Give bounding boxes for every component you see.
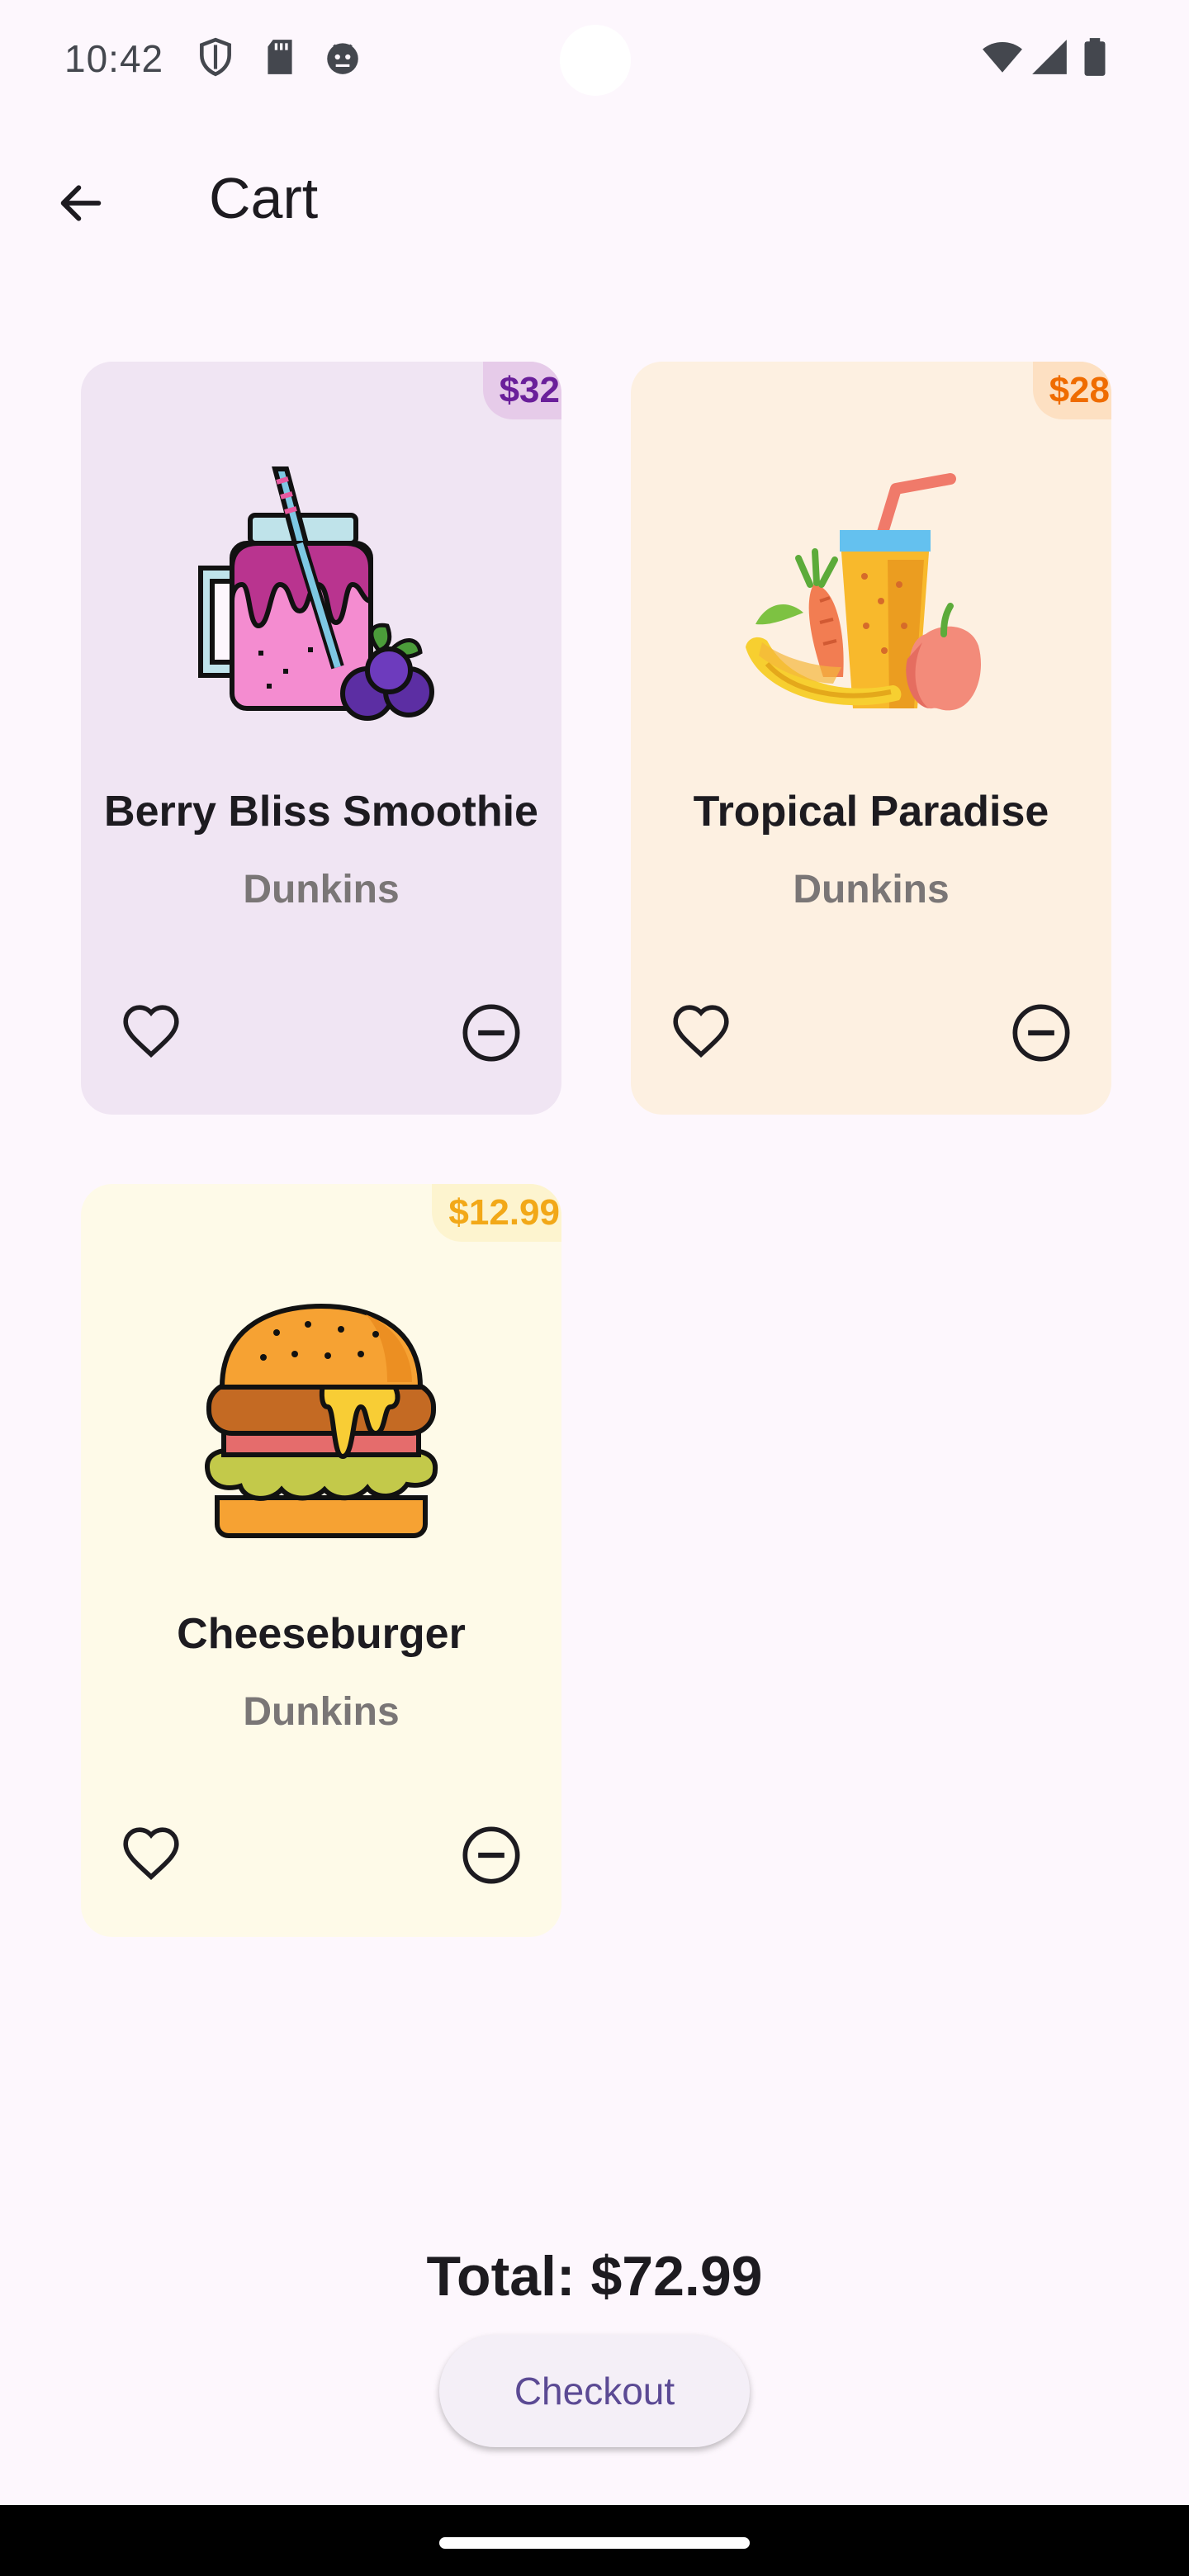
cheeseburger-icon: [184, 1283, 458, 1557]
price-badge: $28: [1032, 362, 1111, 419]
heart-outline-icon: [670, 1002, 732, 1068]
item-shop: Dunkins: [793, 868, 950, 912]
navigation-bar: [0, 2505, 1189, 2576]
favorite-button[interactable]: [114, 1820, 188, 1894]
battery-icon: [1078, 36, 1111, 78]
front-camera: [560, 25, 631, 96]
wifi-icon: [979, 36, 1026, 78]
cart-total: Total: $72.99: [426, 2245, 763, 2308]
remove-from-cart-button[interactable]: [454, 1820, 528, 1894]
price-badge: $12.99: [432, 1184, 561, 1242]
berry-smoothie-icon: [184, 461, 458, 735]
minus-circle-icon: [1010, 1002, 1073, 1068]
price-badge: $32: [482, 362, 561, 419]
status-time: 10:42: [64, 37, 164, 80]
heart-outline-icon: [121, 1002, 182, 1068]
cart-item-card[interactable]: $28 Tropical Paradise Dunkins: [631, 362, 1111, 1115]
cart-item-card[interactable]: $32 Berry Bliss Smoothie Dunkins: [81, 362, 561, 1115]
minus-circle-icon: [460, 1824, 523, 1891]
item-shop: Dunkins: [243, 1690, 400, 1734]
tropical-juice-icon: [734, 461, 1008, 735]
arrow-back-icon: [54, 177, 107, 234]
favorite-button[interactable]: [664, 997, 738, 1072]
sd-card-icon: [259, 36, 301, 78]
minus-circle-icon: [460, 1002, 523, 1068]
item-shop: Dunkins: [243, 868, 400, 912]
back-button[interactable]: [41, 165, 121, 244]
shield-icon: [195, 36, 236, 78]
checkout-button[interactable]: Checkout: [439, 2335, 750, 2447]
item-name: Cheeseburger: [177, 1610, 466, 1658]
status-bar: 10:42: [0, 0, 1189, 124]
remove-from-cart-button[interactable]: [1004, 997, 1078, 1072]
item-name: Berry Bliss Smoothie: [104, 788, 538, 836]
page-title: Cart: [209, 166, 319, 230]
android-debug-icon: [322, 36, 363, 78]
remove-from-cart-button[interactable]: [454, 997, 528, 1072]
app-bar: Cart: [0, 149, 1189, 248]
home-gesture-handle[interactable]: [439, 2537, 750, 2549]
cart-item-card[interactable]: $12.99 Cheeseburger Dunkins: [81, 1184, 561, 1937]
favorite-button[interactable]: [114, 997, 188, 1072]
heart-outline-icon: [121, 1825, 182, 1890]
item-name: Tropical Paradise: [693, 788, 1049, 836]
signal-icon: [1029, 36, 1070, 78]
